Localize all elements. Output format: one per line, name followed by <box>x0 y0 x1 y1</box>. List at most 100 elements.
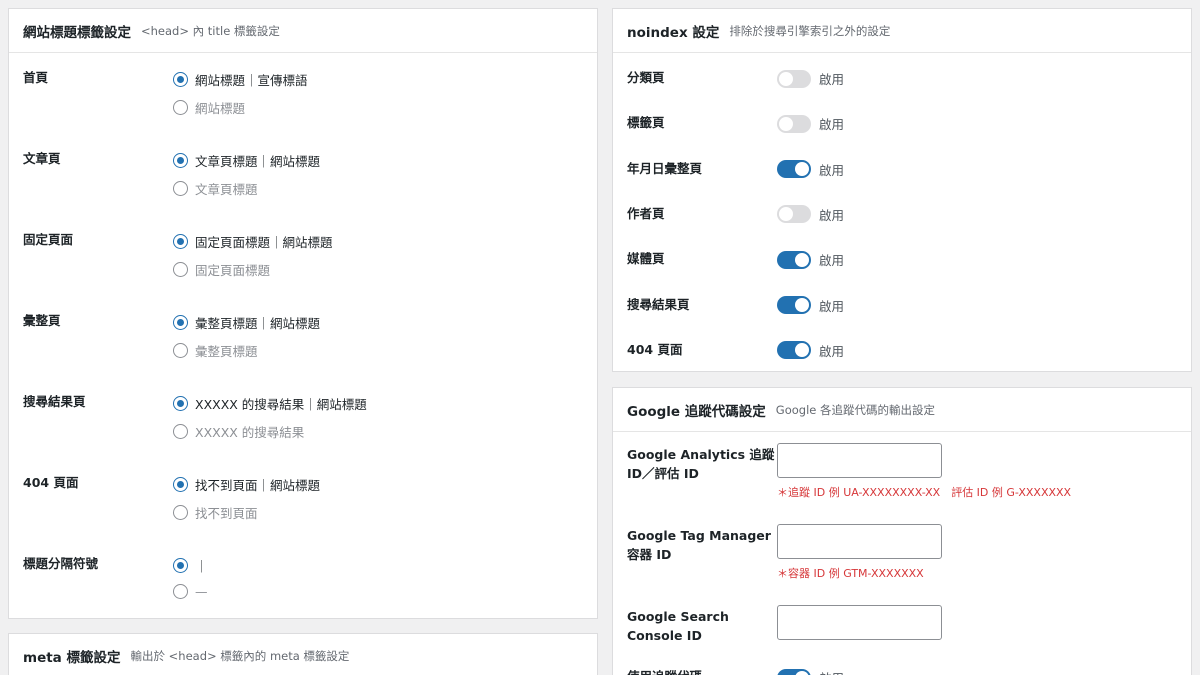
noindex-row-label: 分類頁 <box>627 70 665 85</box>
title-option-radio[interactable]: XXXXX 的搜尋結果 <box>173 422 304 441</box>
ga-id-label: Google Analytics 追蹤 ID／評估 ID <box>627 447 775 481</box>
radio-circle-icon[interactable] <box>173 423 188 439</box>
gtm-id-hint: ＊容器 ID 例 GTM-XXXXXXX <box>777 567 924 580</box>
noindex-toggle[interactable]: 啟用 <box>777 296 844 315</box>
noindex-row-label: 作者頁 <box>627 205 665 221</box>
radio-option-label: 網站標題 <box>195 100 246 116</box>
radio-circle-icon[interactable] <box>173 342 188 358</box>
title-option-radio[interactable]: 彙整頁標題 <box>173 341 258 360</box>
radio-option-label: 網站標題｜宣傳標語 <box>195 73 308 88</box>
toggle-knob <box>779 116 793 131</box>
toggle-knob <box>795 252 809 267</box>
title-option-radio[interactable]: 固定頁面標題｜網站標題 <box>173 232 333 251</box>
title-option-radio[interactable]: — <box>173 583 208 599</box>
noindex-toggle[interactable]: 啟用 <box>777 205 844 224</box>
ga-id-hint: ＊追蹤 ID 例 UA-XXXXXXXX-XX 評估 ID 例 G-XXXXXX… <box>777 486 1072 499</box>
radio-circle-icon[interactable] <box>173 558 188 573</box>
google-tracking-header: Google 追蹤代碼設定 Google 各追蹤代碼的輸出設定 <box>613 388 1191 432</box>
meta-settings-title: meta 標籤設定 <box>23 649 121 666</box>
radio-circle-icon[interactable] <box>173 261 188 277</box>
meta-settings-subtitle: 輸出於 <head> 標籤內的 meta 標籤設定 <box>130 648 350 663</box>
toggle-switch[interactable] <box>777 114 811 133</box>
toggle-switch[interactable] <box>777 160 811 179</box>
title-row-label: 文章頁 <box>23 151 61 166</box>
title-row-label: 404 頁面 <box>23 475 79 490</box>
radio-option-label: XXXXX 的搜尋結果｜網站標題 <box>195 397 367 412</box>
toggle-switch[interactable] <box>777 296 811 314</box>
toggle-switch[interactable] <box>777 205 811 224</box>
radio-option-label: 找不到頁面｜網站標題 <box>195 478 321 493</box>
toggle-label: 啟用 <box>819 117 845 133</box>
title-option-radio[interactable]: 彙整頁標題｜網站標題 <box>173 313 320 332</box>
toggle-switch[interactable] <box>777 668 811 675</box>
use-tracking-toggle[interactable]: 啟用 <box>777 668 844 675</box>
radio-circle-icon[interactable] <box>173 234 188 249</box>
radio-circle-icon[interactable] <box>173 504 188 520</box>
noindex-row-label: 年月日彙整頁 <box>627 160 703 176</box>
google-tracking-panel: Google 追蹤代碼設定 Google 各追蹤代碼的輸出設定 Google A… <box>612 387 1192 675</box>
use-tracking-label: 使用追蹤代碼 <box>627 667 702 675</box>
radio-option-label: 文章頁標題｜網站標題 <box>195 154 321 169</box>
toggle-label: 啟用 <box>819 162 845 178</box>
noindex-toggle[interactable]: 啟用 <box>777 114 844 133</box>
noindex-title: noindex 設定 <box>627 24 720 41</box>
toggle-switch[interactable] <box>777 69 811 88</box>
radio-circle-icon[interactable] <box>173 72 188 87</box>
title-row-label: 首頁 <box>23 70 49 85</box>
title-option-radio[interactable]: 找不到頁面｜網站標題 <box>173 475 320 494</box>
title-option-radio[interactable]: 文章頁標題 <box>173 179 258 198</box>
toggle-knob <box>779 207 793 222</box>
gtm-id-label: Google Tag Manager 容器 ID <box>627 528 771 562</box>
title-option-radio[interactable]: XXXXX 的搜尋結果｜網站標題 <box>173 394 367 413</box>
noindex-subtitle: 排除於搜尋引擎索引之外的設定 <box>729 23 891 38</box>
radio-circle-icon[interactable] <box>173 153 188 168</box>
radio-option-label: 彙整頁標題｜網站標題 <box>195 316 321 331</box>
noindex-row-label: 媒體頁 <box>627 251 665 267</box>
ga-id-input[interactable] <box>777 443 942 478</box>
radio-circle-icon[interactable] <box>173 396 188 411</box>
google-tracking-subtitle: Google 各追蹤代碼的輸出設定 <box>775 402 935 417</box>
toggle-switch[interactable] <box>777 250 811 269</box>
meta-settings-header: meta 標籤設定 輸出於 <head> 標籤內的 meta 標籤設定 <box>9 634 597 675</box>
radio-option-label: 固定頁面標題 <box>195 262 271 278</box>
title-settings-subtitle: <head> 內 title 標籤設定 <box>141 23 280 38</box>
toggle-switch[interactable] <box>777 341 811 360</box>
toggle-knob <box>795 298 809 312</box>
gtm-id-input[interactable] <box>777 524 942 559</box>
noindex-toggle[interactable]: 啟用 <box>777 341 844 360</box>
radio-circle-icon[interactable] <box>173 315 188 330</box>
meta-settings-panel: meta 標籤設定 輸出於 <head> 標籤內的 meta 標籤設定 <box>8 633 598 675</box>
radio-option-label: XXXXX 的搜尋結果 <box>195 424 305 440</box>
title-row-label: 搜尋結果頁 <box>23 394 86 409</box>
toggle-knob <box>795 162 809 177</box>
noindex-toggle[interactable]: 啟用 <box>777 250 844 269</box>
title-row-label: 固定頁面 <box>23 232 74 247</box>
radio-option-label: 固定頁面標題｜網站標題 <box>195 235 333 250</box>
title-option-radio[interactable]: 網站標題 <box>173 98 245 117</box>
title-option-radio[interactable]: ｜ <box>173 556 208 575</box>
noindex-row-label: 標籤頁 <box>627 115 665 131</box>
toggle-label: 啟用 <box>819 668 844 675</box>
noindex-row-label: 搜尋結果頁 <box>627 296 690 312</box>
gsc-id-input[interactable] <box>777 605 942 640</box>
toggle-knob <box>795 343 809 358</box>
title-settings-header: 網站標題標籤設定 <head> 內 title 標籤設定 <box>9 9 597 53</box>
title-row-label: 彙整頁 <box>23 313 61 328</box>
gsc-id-label: Google Search Console ID <box>627 609 729 643</box>
title-settings-title: 網站標題標籤設定 <box>23 24 131 41</box>
title-option-radio[interactable]: 固定頁面標題 <box>173 260 270 279</box>
noindex-toggle[interactable]: 啟用 <box>777 160 844 179</box>
radio-circle-icon[interactable] <box>173 583 188 599</box>
title-settings-panel: 網站標題標籤設定 <head> 內 title 標籤設定 首頁 網站標題｜宣傳標語… <box>8 8 598 619</box>
radio-option-label: 找不到頁面 <box>195 505 258 521</box>
google-tracking-title: Google 追蹤代碼設定 <box>627 403 766 420</box>
noindex-toggle[interactable]: 啟用 <box>777 69 844 88</box>
toggle-label: 啟用 <box>819 298 845 314</box>
title-option-radio[interactable]: 文章頁標題｜網站標題 <box>173 151 320 170</box>
radio-circle-icon[interactable] <box>173 477 188 492</box>
radio-option-label: 彙整頁標題 <box>195 343 258 359</box>
title-option-radio[interactable]: 網站標題｜宣傳標語 <box>173 70 308 89</box>
radio-circle-icon[interactable] <box>173 180 188 196</box>
title-option-radio[interactable]: 找不到頁面 <box>173 503 258 522</box>
radio-circle-icon[interactable] <box>173 99 188 115</box>
